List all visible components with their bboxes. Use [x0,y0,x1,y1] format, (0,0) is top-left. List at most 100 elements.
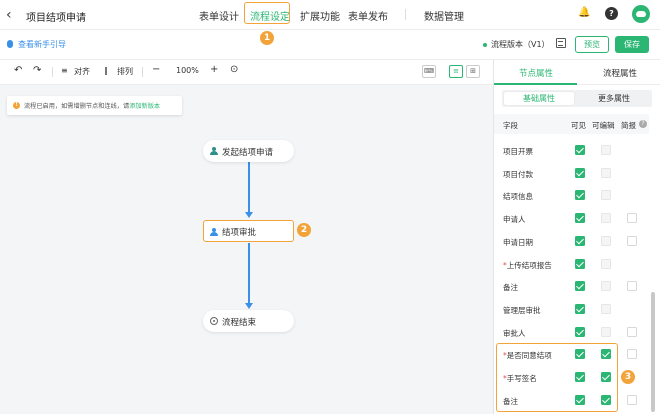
highlight-box-step-1 [244,2,290,24]
field-label: 申请人 [503,214,526,225]
process-canvas[interactable]: ! 流程已启用，如需增删节点和连线，请添加新版本 发起结项申请 结项审批 2 流… [0,85,493,414]
brief-checkbox[interactable] [627,326,637,337]
field-name: 管理层审批 [503,305,541,315]
zoom-level: 100% [176,66,199,75]
user-icon [210,147,218,155]
properties-panel: 节点属性 流程属性 基础属性 更多属性 字段 可见 可编辑 简报 ? 项目开票项… [493,60,660,414]
help-icon[interactable]: ? [605,7,618,20]
form-title: 项目结项申请 [26,13,86,24]
tab-data-management[interactable]: 数据管理 [424,8,464,23]
approver-icon [210,228,218,236]
toolbar-divider [142,67,143,77]
arrange-button-label[interactable]: 排列 [117,66,133,77]
brief-checkbox[interactable] [627,213,637,224]
highlight-box-step-3 [496,343,618,412]
field-row: 项目付款 [494,162,649,184]
zoom-out-icon[interactable]: − [152,64,160,75]
notice-message: 流程已启用，如需增删节点和连线，请 [24,103,130,110]
visible-checkbox[interactable] [575,213,585,224]
field-label: 结项信息 [503,191,533,202]
guide-bar: 查看新手引导 流程版本（V1） 预览 保存 [0,30,660,60]
active-tab-indicator [494,83,577,85]
connector-line [248,161,250,214]
field-row: 管理层审批 [494,298,649,320]
brief-checkbox[interactable] [627,349,637,360]
node-approval[interactable]: 结项审批 [203,220,294,242]
version-status-dot [483,43,487,47]
visible-checkbox[interactable] [575,281,585,292]
field-row: 申请人 [494,207,649,229]
brief-checkbox[interactable] [627,235,637,246]
top-bar: ‹ 项目结项申请 表单设计 流程设定 扩展功能 表单发布 数据管理 1 🔔 ? [0,0,660,45]
tab-form-publish[interactable]: 表单发布 [348,8,388,23]
notice-text: 流程已启用，如需增删节点和连线，请添加新版本 [24,101,160,110]
sub-tab-switch: 基础属性 更多属性 [502,90,652,107]
field-name: 申请日期 [503,237,533,247]
bell-icon[interactable]: 🔔 [578,7,590,18]
help-icon[interactable]: ? [639,120,647,128]
field-label: 备注 [503,282,518,293]
editable-checkbox [601,190,611,201]
align-icon[interactable]: ≡ [61,66,68,75]
align-button-label[interactable]: 对齐 [74,66,90,77]
tab-node-properties[interactable]: 节点属性 [519,67,553,79]
grid-view-icon[interactable]: ⊞ [466,65,480,78]
field-row: *上传结项报告 [494,253,649,275]
arrow-head [245,303,253,309]
visible-checkbox[interactable] [575,326,585,337]
add-version-link[interactable]: 添加新版本 [129,103,160,110]
visible-checkbox[interactable] [575,167,585,178]
field-row: 审批人 [494,321,649,343]
connector-line [248,243,250,305]
node-process-end[interactable]: 流程结束 [203,310,294,332]
document-icon[interactable] [556,38,566,48]
panel-scrollbar[interactable] [651,292,655,412]
locate-icon[interactable]: ⊙ [230,64,238,75]
field-row: 备注 [494,275,649,297]
visible-checkbox[interactable] [575,303,585,314]
beginner-guide-link[interactable]: 查看新手引导 [18,39,66,50]
editable-checkbox [601,258,611,269]
tab-process-properties[interactable]: 流程属性 [603,67,637,79]
visible-checkbox[interactable] [575,235,585,246]
brief-checkbox[interactable] [627,281,637,292]
tab-extensions[interactable]: 扩展功能 [300,8,340,23]
step-badge-3: 3 [621,370,635,384]
field-label: 申请日期 [503,237,533,248]
canvas-toolbar: ↶ ↷ ≡ 对齐 ‖ 排列 − 100% + ⊙ ⌨ ≡ ⊞ [0,60,493,85]
end-icon [210,317,218,325]
brief-checkbox[interactable] [627,394,637,405]
column-editable: 可编辑 [592,121,615,130]
process-version[interactable]: 流程版本（V1） [491,39,550,50]
tab-more-properties[interactable]: 更多属性 [579,92,649,105]
field-label: *上传结项报告 [503,260,552,271]
preview-button[interactable]: 预览 [575,36,609,53]
column-visible: 可见 [571,121,586,130]
zoom-in-icon[interactable]: + [210,64,218,75]
chevron-left-icon[interactable]: ‹ [6,7,12,23]
redo-icon[interactable]: ↷ [33,65,41,76]
field-name: 项目付款 [503,169,533,179]
keyboard-icon[interactable]: ⌨ [422,65,436,78]
tab-basic-properties[interactable]: 基础属性 [504,92,574,105]
editable-checkbox [601,235,611,246]
toolbar-divider [52,67,53,77]
nav-divider [405,9,406,20]
field-label: 项目开票 [503,146,533,157]
node-start-application[interactable]: 发起结项申请 [203,140,294,162]
field-row: 结项信息 [494,184,649,206]
list-view-icon[interactable]: ≡ [449,65,463,78]
editable-checkbox [601,145,611,155]
field-name: 申请人 [503,215,526,225]
visible-checkbox[interactable] [575,258,585,269]
tab-form-design[interactable]: 表单设计 [199,8,239,23]
visible-checkbox[interactable] [575,190,585,201]
editable-checkbox [601,167,611,178]
save-button[interactable]: 保存 [615,36,649,53]
node-label: 流程结束 [222,318,257,328]
avatar-cloud-icon[interactable] [632,5,650,23]
undo-icon[interactable]: ↶ [14,65,22,76]
field-name: 项目开票 [503,147,533,156]
arrange-icon[interactable]: ‖ [104,66,108,75]
visible-checkbox[interactable] [575,145,585,155]
